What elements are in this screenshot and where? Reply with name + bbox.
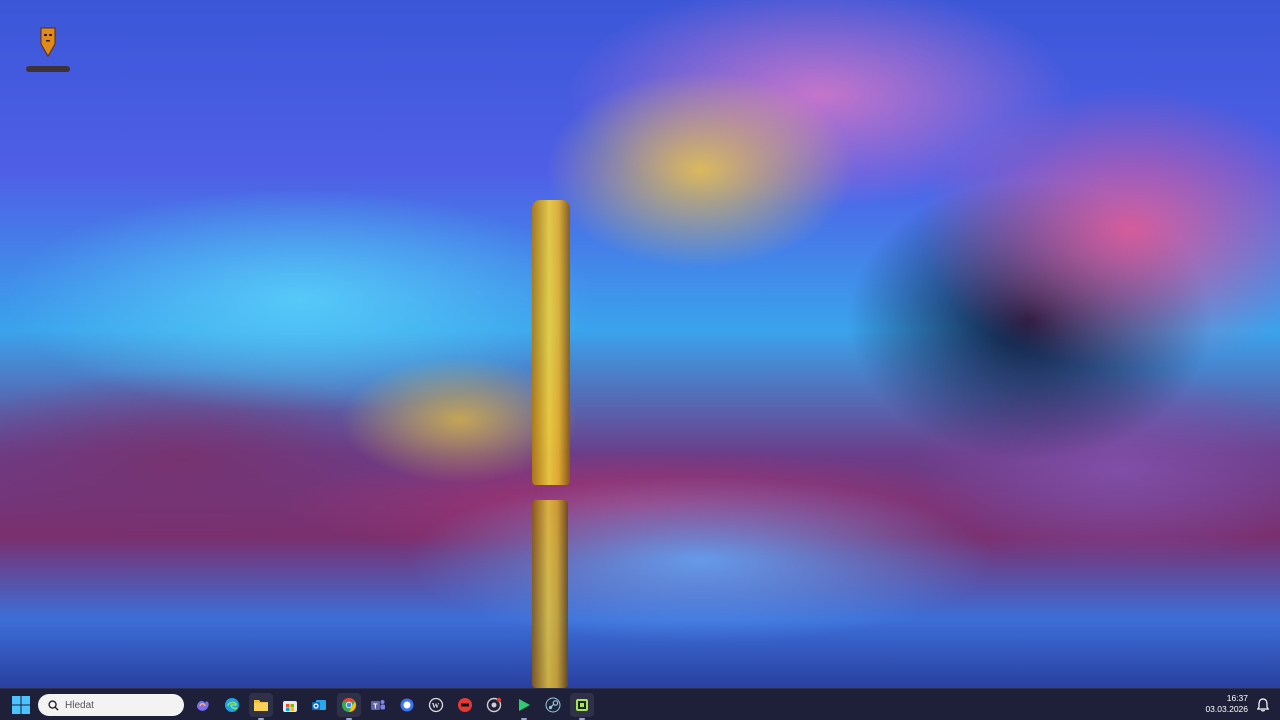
store-icon xyxy=(283,701,298,712)
start-button[interactable] xyxy=(10,695,32,715)
play-icon xyxy=(518,699,530,711)
taskbar-app-signal[interactable] xyxy=(395,693,419,717)
wordpress-icon: W xyxy=(428,697,444,713)
svg-text:W: W xyxy=(432,701,440,710)
desktop-shortcut[interactable] xyxy=(22,26,74,92)
taskbar-app-edge[interactable] xyxy=(220,693,244,717)
notification-button[interactable] xyxy=(1256,697,1270,713)
taskbar-app-copilot[interactable] xyxy=(191,693,215,717)
android-icon xyxy=(576,699,589,711)
search-input[interactable]: Hledat xyxy=(38,694,184,716)
teams-icon: T xyxy=(370,700,385,711)
system-clock[interactable]: 16:37 03.03.2026 xyxy=(1205,693,1248,715)
taskbar-app-outlook[interactable] xyxy=(307,693,331,717)
desktop-shortcut-label xyxy=(26,66,70,72)
taskbar-apps: T W xyxy=(188,693,597,720)
wallpaper-pillar-reflection xyxy=(532,500,568,688)
taskbar-app-player[interactable] xyxy=(512,693,536,720)
tribal-mask-icon xyxy=(40,27,56,57)
taskbar-app-store[interactable] xyxy=(278,693,302,717)
taskbar: Hledat T W 16:37 03.03.2026 xyxy=(0,688,1280,720)
edge-icon xyxy=(224,698,239,712)
folder-icon xyxy=(253,700,268,711)
taskbar-app-steam[interactable] xyxy=(541,693,565,717)
red-badge-icon xyxy=(458,698,473,712)
taskbar-app-teams[interactable]: T xyxy=(366,693,390,717)
notification-bell-icon xyxy=(1257,698,1269,712)
taskbar-app-terminal[interactable] xyxy=(570,693,595,720)
taskbar-app-chrome[interactable] xyxy=(336,693,361,720)
steam-icon xyxy=(545,697,561,713)
svg-text:T: T xyxy=(373,704,378,711)
search-icon xyxy=(48,699,59,711)
chat-bubble-icon xyxy=(400,698,414,712)
taskbar-app-github[interactable] xyxy=(482,693,506,717)
taskbar-app-media[interactable] xyxy=(453,693,477,717)
wallpaper-pillar xyxy=(532,200,570,485)
desktop xyxy=(0,0,1280,688)
windows-start-icon xyxy=(12,696,30,714)
clock-date: 03.03.2026 xyxy=(1205,704,1248,714)
clock-time: 16:37 xyxy=(1226,693,1248,703)
chrome-icon xyxy=(341,697,356,713)
mail-icon xyxy=(312,700,327,710)
copilot-icon xyxy=(196,700,209,711)
search-placeholder: Hledat xyxy=(65,699,94,711)
taskbar-app-file-explorer[interactable] xyxy=(248,693,273,720)
github-icon xyxy=(487,697,502,713)
taskbar-app-wordpress[interactable]: W xyxy=(424,693,448,717)
